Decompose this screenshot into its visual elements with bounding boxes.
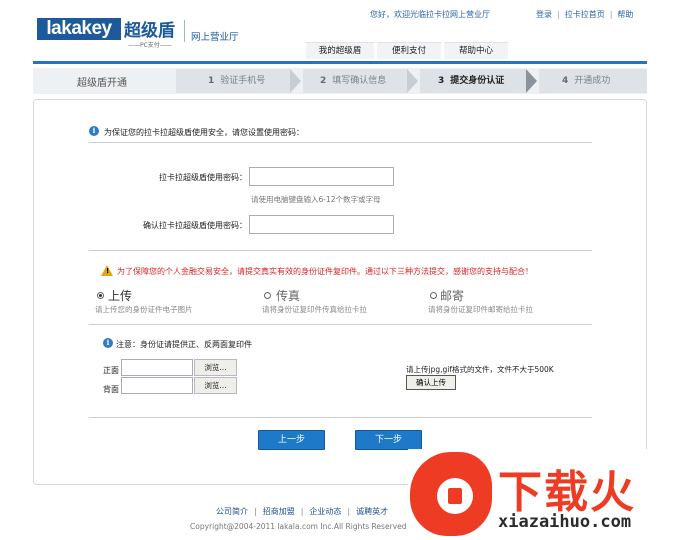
info-icon: i (89, 126, 99, 136)
site-name: 网上营业厅 (191, 32, 239, 43)
password-label: 拉卡拉超级盾使用密码： (159, 173, 247, 182)
nav-tab-help-center[interactable]: 帮助中心 (444, 42, 508, 59)
section-divider (89, 417, 592, 418)
pc-payment-tagline: ——PC支付—— (128, 42, 172, 49)
step-3: 3 提交身份认证 (420, 69, 526, 93)
step-number: 4 (562, 76, 569, 86)
step-number: 2 (320, 76, 327, 86)
upload-option-desc: 请上传您的身份证件电子图片 (95, 305, 193, 314)
watermark-url: xiazaihuo.com (498, 512, 632, 532)
mail-option-title[interactable]: 邮寄 (440, 287, 464, 304)
section-divider (89, 142, 592, 143)
back-file-input[interactable] (121, 377, 193, 394)
password-hint: 请使用电脑键盘输入6-12个数字或字母 (251, 195, 381, 204)
prev-step-button[interactable]: 上一步 (258, 430, 325, 450)
nav-tab-my-super-shield[interactable]: 我的超级盾 (306, 42, 374, 59)
warning-text: 为了保障您的个人金融交易安全，请提交真实有效的身份证件复印件。通过以下三种方法提… (117, 267, 533, 276)
confirm-password-input[interactable] (249, 215, 394, 234)
mail-option-desc: 请将身份证复印件邮寄给拉卡拉 (428, 305, 533, 314)
welcome-text: 您好，欢迎光临拉卡拉网上营业厅 (370, 10, 490, 19)
step-label: 验证手机号 (220, 76, 266, 86)
warning-mark: ! (106, 267, 110, 275)
step-4: 4 开通成功 (539, 69, 647, 93)
login-link[interactable]: 登录 (536, 10, 552, 19)
back-label: 背面 (103, 385, 119, 394)
confirm-upload-button[interactable]: 确认上传 (406, 375, 456, 390)
mail-radio[interactable] (430, 292, 437, 299)
nav-tab-convenient-payment[interactable]: 便利支付 (377, 42, 441, 59)
step-label: 提交身份认证 (450, 76, 505, 86)
copyright: Copyright@2004-2011 lakala.com Inc.All R… (190, 522, 407, 531)
footer-link-franchise[interactable]: 招商加盟 (263, 507, 295, 516)
upload-note: 注意：身份证请提供正、反两面复印件 (116, 340, 252, 349)
step-2: 2 填写确认信息 (303, 69, 407, 93)
separator: | (557, 10, 560, 19)
upload-format-hint: 请上传jpg,gif格式的文件，文件不大于500K (406, 365, 554, 374)
fax-option-desc: 请将身份证复印件传真给拉卡拉 (262, 305, 367, 314)
confirm-password-label: 确认拉卡拉超级盾使用密码： (143, 221, 247, 230)
section-divider (89, 324, 592, 325)
back-browse-button[interactable]: 浏览... (194, 377, 237, 394)
upload-radio[interactable] (97, 292, 104, 299)
fax-radio[interactable] (264, 292, 271, 299)
lakala-home-link[interactable]: 拉卡拉首页 (565, 10, 605, 19)
logo-divider (184, 20, 185, 42)
step-label: 填写确认信息 (332, 76, 387, 86)
fax-option-title[interactable]: 传真 (276, 287, 300, 304)
separator: | (347, 507, 351, 516)
footer-links: 公司简介 | 招商加盟 | 企业动态 | 诚聘英才 (216, 506, 388, 517)
footer-link-about[interactable]: 公司简介 (216, 507, 248, 516)
next-step-button[interactable]: 下一步 (355, 430, 422, 450)
download-icon (448, 488, 462, 504)
footer-link-jobs[interactable]: 诚聘英才 (356, 507, 388, 516)
top-links: 登录 | 拉卡拉首页 | 帮助 (536, 9, 633, 20)
info-icon: i (103, 338, 113, 348)
separator: | (609, 10, 613, 19)
step-number: 1 (208, 76, 215, 86)
upload-option-title[interactable]: 上传 (108, 287, 132, 304)
password-input[interactable] (249, 167, 394, 186)
section-divider (89, 250, 592, 251)
footer-link-news[interactable]: 企业动态 (309, 507, 341, 516)
watermark-text: 下载火 (498, 467, 636, 518)
header-divider (33, 61, 647, 64)
front-file-input[interactable] (121, 359, 193, 376)
separator: | (300, 507, 304, 516)
separator: | (254, 507, 257, 516)
front-label: 正面 (103, 366, 119, 375)
step-bar-title: 超级盾开通 (77, 78, 127, 89)
step-arrow-icon (526, 69, 537, 93)
step-label: 开通成功 (574, 76, 611, 86)
step-arrow-icon (290, 69, 301, 93)
step-1: 1 验证手机号 (176, 69, 290, 93)
password-intro: 为保证您的拉卡拉超级盾使用安全，请您设置使用密码： (104, 128, 304, 137)
step-number: 3 (438, 76, 445, 86)
lakakey-logo[interactable]: lakakey (37, 18, 121, 40)
product-name: 超级盾 (124, 21, 175, 41)
help-link[interactable]: 帮助 (617, 10, 633, 19)
step-arrow-icon (407, 69, 418, 93)
front-browse-button[interactable]: 浏览... (194, 359, 237, 376)
